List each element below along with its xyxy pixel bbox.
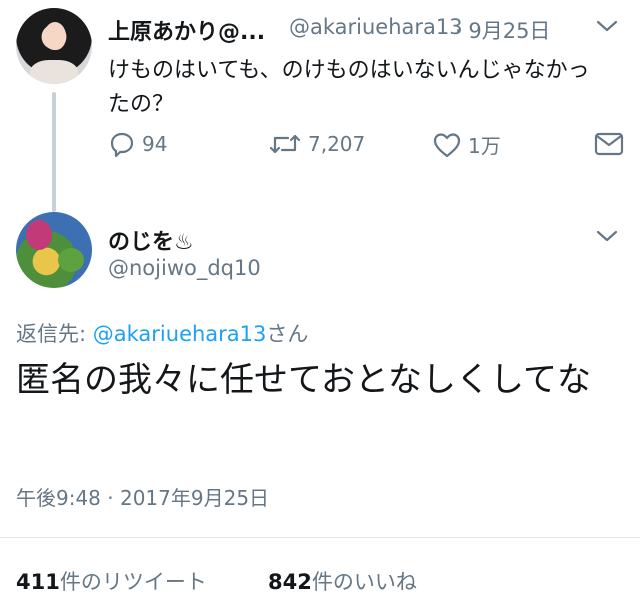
main-display-name[interactable]: のじを♨: [108, 224, 194, 256]
chevron-down-icon[interactable]: [595, 18, 619, 34]
reply-button[interactable]: 94: [108, 130, 167, 158]
like-count: 1万: [468, 134, 501, 158]
main-tweet-text: 匿名の我々に任せておとなしくしてな: [16, 360, 591, 400]
thread-line: [52, 92, 56, 212]
like-stat-label: 件のいいね: [311, 570, 417, 594]
avatar-figure: [58, 248, 84, 272]
reply-count: 94: [142, 132, 168, 156]
avatar-shirt: [30, 60, 78, 84]
retweet-stat-count: 411: [16, 570, 60, 594]
avatar-parent[interactable]: [16, 8, 92, 84]
retweet-stat-label: 件のリツイート: [59, 570, 207, 594]
avatar-main[interactable]: [16, 212, 92, 288]
reply-icon: [108, 130, 136, 158]
reply-to-mention[interactable]: @akariuehara13: [93, 322, 267, 346]
mail-icon: [594, 132, 624, 156]
reply-to-suffix: さん: [266, 322, 309, 346]
heart-icon: [432, 131, 462, 159]
parent-handle[interactable]: @akariuehara13: [289, 15, 463, 39]
like-stat-count: 842: [268, 570, 312, 594]
parent-display-name[interactable]: 上原あかり@...: [108, 14, 265, 46]
avatar-face: [44, 22, 66, 50]
reply-to-line: 返信先: @akariuehara13さん: [16, 318, 308, 348]
like-button[interactable]: 1万: [432, 130, 501, 159]
parent-tweet-text: けものはいても、のけものはいないんじゃなかったの？: [108, 58, 590, 117]
parent-date[interactable]: · 9月25日: [455, 15, 550, 45]
main-handle[interactable]: @nojiwo_dq10: [108, 256, 261, 280]
retweet-icon: [268, 130, 302, 158]
retweet-stat[interactable]: 411件のリツイート: [16, 566, 207, 596]
direct-message-button[interactable]: [594, 132, 624, 156]
avatar-figure: [26, 220, 52, 250]
retweet-count: 7,207: [308, 132, 366, 156]
chevron-down-icon[interactable]: [595, 228, 619, 244]
like-stat[interactable]: 842件のいいね: [268, 566, 417, 596]
divider: [0, 537, 640, 538]
retweet-button[interactable]: 7,207: [268, 130, 365, 158]
tweet-timestamp: 午後9:48 · 2017年9月25日: [16, 486, 270, 510]
reply-to-prefix: 返信先:: [16, 322, 93, 346]
